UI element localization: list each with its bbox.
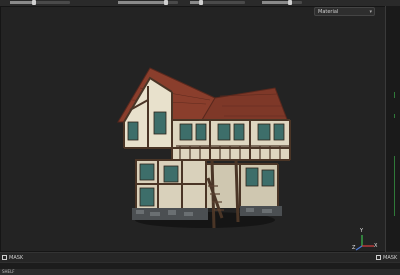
axis-z-label: Z	[352, 245, 356, 251]
channel-dropdown[interactable]: Material ▾	[314, 7, 375, 16]
mask-icon[interactable]	[2, 255, 7, 260]
toolbar-slider-3[interactable]	[190, 0, 245, 5]
shelf-tab[interactable]: SHELF	[0, 269, 400, 275]
toolbar-slider-1[interactable]	[10, 0, 70, 5]
shelf-label: SHELF	[2, 269, 15, 274]
mask-icon[interactable]	[376, 255, 381, 260]
green-marker	[394, 156, 395, 216]
axis-x-label: X	[374, 243, 378, 249]
chevron-down-icon: ▾	[369, 9, 372, 15]
mask-label-left: MASK	[9, 255, 24, 261]
toolbar-slider-4[interactable]	[262, 0, 302, 5]
axis-gizmo-icon: Y X Z	[352, 228, 378, 252]
shelf-divider[interactable]	[0, 262, 400, 269]
green-marker	[394, 114, 395, 118]
right-panel-strip	[386, 6, 400, 252]
slider-fill	[10, 1, 34, 4]
slider-knob[interactable]	[164, 0, 168, 5]
slider-knob[interactable]	[199, 0, 203, 5]
house-model[interactable]	[110, 60, 300, 250]
mask-label-right: MASK	[383, 255, 398, 261]
green-marker	[394, 92, 395, 98]
axis-y-label: Y	[360, 228, 364, 234]
slider-fill	[118, 1, 166, 4]
slider-knob[interactable]	[32, 0, 36, 5]
axis-gizmo-graphic	[355, 235, 374, 251]
mask-bar: MASK MASK	[0, 252, 400, 262]
toolbar-slider-2[interactable]	[118, 0, 178, 5]
slider-knob[interactable]	[288, 0, 292, 5]
slider-fill	[262, 1, 290, 4]
channel-dropdown-value: Material	[318, 9, 339, 15]
